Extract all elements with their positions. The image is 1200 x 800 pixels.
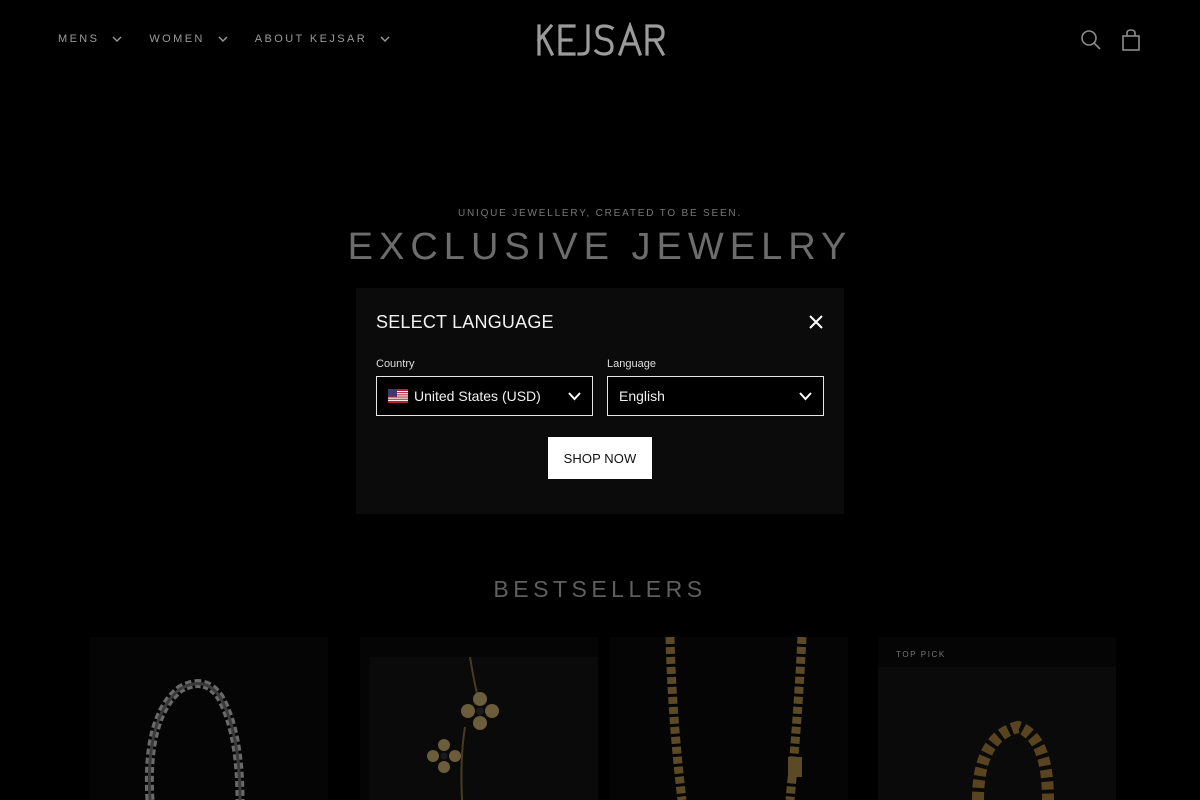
hero-eyebrow: UNIQUE JEWELLERY, CREATED TO BE SEEN.: [457, 208, 743, 219]
main-nav: MENS WOMEN ABOUT KEJSAR: [58, 33, 417, 45]
nav-item-mens[interactable]: MENS: [58, 33, 123, 45]
nav-item-about[interactable]: ABOUT KEJSAR: [255, 33, 391, 45]
product-image: [144, 679, 245, 800]
product-image: [370, 656, 598, 800]
us-flag-icon: [388, 389, 408, 403]
product-card[interactable]: [90, 637, 328, 800]
chevron-down-icon: [112, 36, 122, 42]
bestsellers-title: BESTSELLERS: [493, 576, 707, 602]
search-icon[interactable]: [1080, 28, 1102, 52]
chevron-down-icon: [380, 36, 390, 42]
cart-icon[interactable]: [1120, 28, 1142, 52]
site-header: MENS WOMEN ABOUT KEJSAR: [0, 0, 1200, 80]
shop-now-button[interactable]: SHOP NOW: [548, 437, 652, 479]
nav-item-label: MENS: [58, 33, 100, 45]
nav-item-label: WOMEN: [149, 33, 205, 45]
nav-item-label: ABOUT KEJSAR: [254, 33, 368, 45]
country-label: Country: [376, 358, 415, 370]
header-icons: [1080, 28, 1142, 52]
chevron-down-icon: [218, 36, 228, 42]
product-card[interactable]: [360, 637, 598, 800]
modal-title: SELECT LANGUAGE: [376, 312, 554, 332]
hero-title: EXCLUSIVE JEWELRY: [347, 226, 853, 268]
product-image: [665, 637, 807, 800]
country-select[interactable]: United States (USD): [376, 376, 593, 416]
product-image: [878, 667, 1116, 800]
top-pick-badge: TOP PICK: [896, 650, 946, 659]
product-card[interactable]: TOP PICK: [878, 637, 1116, 800]
country-value: United States (USD): [414, 388, 541, 404]
language-label: Language: [607, 358, 656, 370]
language-value: English: [619, 388, 665, 404]
chevron-down-icon: [799, 392, 812, 401]
language-modal: SELECT LANGUAGE Country United States (U…: [356, 288, 844, 514]
nav-item-women[interactable]: WOMEN: [149, 33, 228, 45]
close-icon[interactable]: [808, 314, 824, 330]
language-select[interactable]: English: [607, 376, 824, 416]
product-card[interactable]: [610, 637, 848, 800]
kejsar-logo[interactable]: [536, 22, 666, 58]
chevron-down-icon: [568, 392, 581, 401]
